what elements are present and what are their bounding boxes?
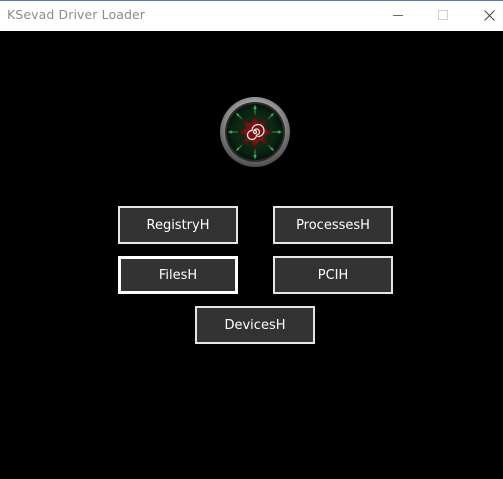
title-bar[interactable]: KSevad Driver Loader [0,0,503,31]
window-title: KSevad Driver Loader [7,7,146,22]
maximize-icon[interactable] [420,1,466,31]
minimize-icon[interactable] [375,1,421,31]
processes-button[interactable]: ProcessesH [273,206,393,244]
close-icon[interactable] [466,1,503,31]
devices-button[interactable]: DevicesH [195,306,315,344]
files-button[interactable]: FilesH [118,256,238,294]
app-window: KSevad Driver Loader RegistryH Processes… [0,0,503,479]
spiral-emblem-icon [219,96,291,168]
registry-button[interactable]: RegistryH [118,206,238,244]
pci-button[interactable]: PCIH [273,256,393,294]
